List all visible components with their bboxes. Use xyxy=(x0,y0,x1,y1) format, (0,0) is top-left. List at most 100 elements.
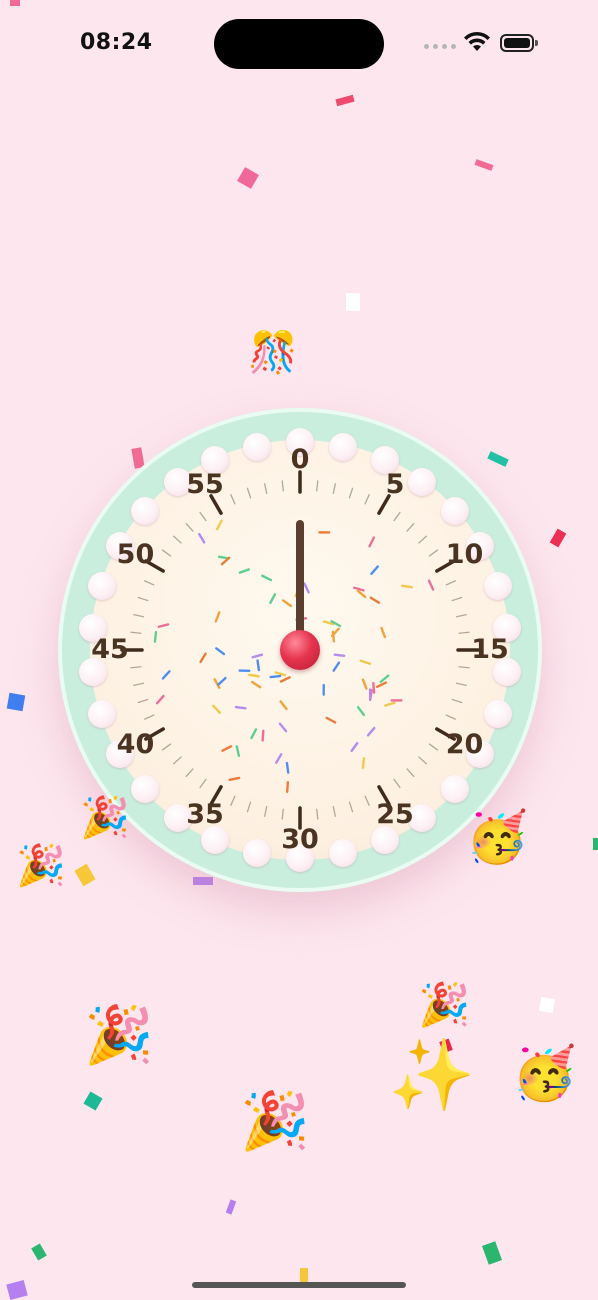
minor-tick xyxy=(199,511,207,522)
sprinkle xyxy=(322,683,325,696)
confetti-piece xyxy=(474,159,494,171)
pearl-bead xyxy=(88,571,117,600)
confetti-piece xyxy=(300,1268,308,1282)
status-time: 08:24 xyxy=(80,30,153,55)
party-popper-icon: 🎉 xyxy=(80,795,130,841)
confetti-piece xyxy=(335,94,355,107)
dial-number: 35 xyxy=(186,798,224,830)
pearl-bead xyxy=(370,826,399,855)
minor-tick xyxy=(458,631,470,634)
minor-tick xyxy=(264,805,268,817)
sprinkle xyxy=(155,694,165,705)
sprinkle xyxy=(221,745,233,752)
sprinkle xyxy=(281,599,293,608)
sprinkle xyxy=(250,728,258,740)
pearl-bead xyxy=(483,571,512,600)
sprinkle xyxy=(380,626,387,639)
party-popper-icon: 🎉 xyxy=(84,1003,154,1068)
sparkles-icon: ✨ xyxy=(388,1034,476,1116)
minor-tick xyxy=(185,523,194,532)
minor-tick xyxy=(173,756,182,765)
sprinkle xyxy=(318,531,331,534)
confetti-piece xyxy=(225,1199,237,1215)
sprinkle xyxy=(275,753,283,764)
home-indicator[interactable] xyxy=(192,1282,406,1288)
sprinkle xyxy=(368,688,372,701)
sprinkle xyxy=(261,729,265,742)
sprinkle xyxy=(215,647,226,656)
dial-number: 0 xyxy=(290,444,310,475)
dial-number: 45 xyxy=(91,634,129,665)
party-popper-icon: 🎊 xyxy=(248,330,298,376)
minor-tick xyxy=(332,805,336,817)
minor-tick xyxy=(348,487,354,499)
party-popper-icon: 🎉 xyxy=(16,843,66,889)
sprinkle xyxy=(333,653,346,657)
sprinkle xyxy=(199,652,207,664)
confetti-piece xyxy=(346,293,360,311)
minor-tick xyxy=(455,682,467,686)
minor-tick xyxy=(173,535,182,544)
sprinkle xyxy=(248,673,260,678)
confetti-piece xyxy=(6,1279,28,1300)
sprinkle xyxy=(256,659,261,672)
sprinkle xyxy=(427,579,435,591)
dial-number: 55 xyxy=(186,469,224,501)
wifi-icon xyxy=(464,31,490,51)
center-knob[interactable] xyxy=(280,630,320,670)
minor-tick xyxy=(144,714,155,720)
sprinkle xyxy=(359,659,372,665)
dial-number: 15 xyxy=(471,634,509,665)
pearl-bead xyxy=(242,432,271,461)
minor-tick xyxy=(406,523,415,532)
pearl-bead xyxy=(329,432,358,461)
minor-tick xyxy=(418,535,427,544)
sprinkle xyxy=(366,726,376,737)
minor-tick xyxy=(281,808,284,820)
sprinkle xyxy=(261,574,273,582)
sprinkle xyxy=(235,745,241,757)
sprinkle xyxy=(279,700,288,711)
pearl-bead xyxy=(483,700,512,729)
confetti-piece xyxy=(549,528,567,548)
minor-tick xyxy=(264,483,268,495)
sprinkle xyxy=(269,593,277,605)
minor-tick xyxy=(137,596,149,602)
cellular-signal-icon xyxy=(424,43,456,51)
dial-number: 30 xyxy=(281,824,319,855)
minor-tick xyxy=(445,580,456,586)
sprinkle xyxy=(214,611,221,623)
minor-tick xyxy=(418,756,427,765)
minor-tick xyxy=(393,511,401,522)
sprinkle xyxy=(332,661,341,672)
minor-tick xyxy=(130,631,142,634)
sprinkle xyxy=(285,761,290,774)
minor-tick xyxy=(451,596,463,602)
confetti-piece xyxy=(482,1241,502,1265)
sprinkle xyxy=(157,623,170,628)
party-popper-icon: 🎉 xyxy=(240,1089,310,1154)
status-bar: 08:24 xyxy=(0,0,598,90)
dial-number: 5 xyxy=(385,469,405,501)
sprinkle xyxy=(325,716,337,724)
sprinkle xyxy=(153,630,158,643)
minor-tick xyxy=(199,778,207,789)
sprinkle xyxy=(228,776,241,782)
sprinkle xyxy=(390,699,403,702)
sprinkle xyxy=(198,532,206,544)
minor-tick xyxy=(458,666,470,669)
pearl-bead xyxy=(440,775,469,804)
sprinkle xyxy=(350,741,359,753)
minor-tick xyxy=(133,614,145,618)
sprinkle xyxy=(356,706,366,717)
partying-face-icon: 🥳 xyxy=(466,808,529,866)
minor-tick xyxy=(316,480,319,492)
confetti-piece xyxy=(593,838,598,850)
sprinkle xyxy=(269,674,282,679)
sprinkle xyxy=(212,704,222,714)
minor-tick xyxy=(137,698,149,704)
minor-tick xyxy=(316,808,319,820)
minor-tick xyxy=(332,483,336,495)
minor-tick xyxy=(246,801,252,813)
sprinkle xyxy=(370,565,379,575)
